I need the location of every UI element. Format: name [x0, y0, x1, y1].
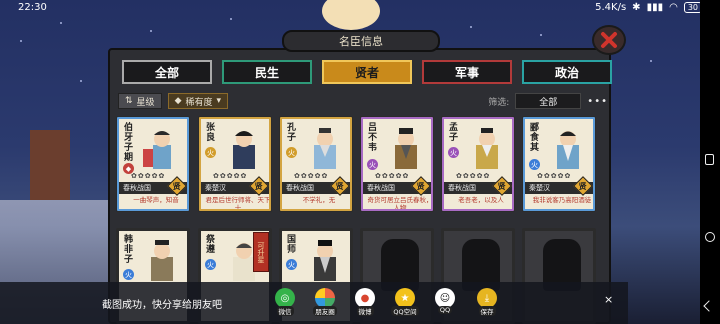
close-button[interactable] [588, 22, 630, 58]
portrait-image [476, 128, 498, 169]
chevron-down-icon: ▾ [216, 96, 222, 106]
tab-livelihood[interactable]: 民生 [222, 60, 312, 84]
sort-by-rarity-button[interactable]: ◆ 稀有度 ▾ [167, 93, 229, 109]
card-name: 郦食其 [530, 123, 540, 153]
card-quote: 奇货可居立吕氏春秋，人物 [367, 196, 433, 212]
star-rating: ✿✿✿✿✿ [131, 172, 166, 180]
element-seal-icon: 火 [529, 159, 540, 170]
minister-card[interactable]: 郦食其 火 ✿✿✿✿✿ 秦楚汉 贤 我非说客乃高阳酒徒 [522, 116, 596, 212]
share-weibo-button[interactable]: ● 微博 [350, 288, 380, 320]
minister-card[interactable]: 伯牙子期 ◆ ✿✿✿✿✿ 春秋战国 贤 一曲琴声，知音 [116, 116, 190, 212]
tab-military[interactable]: 军事 [422, 60, 512, 84]
upgrade-star-banner: 可升星 [253, 232, 269, 272]
qq-icon: ☺ [435, 288, 455, 308]
close-icon [592, 25, 626, 55]
card-name: 孔子 [287, 123, 297, 143]
status-time: 22:30 [18, 1, 47, 13]
share-label: QQ [437, 306, 453, 314]
star-rating: ✿✿✿✿✿ [375, 172, 410, 180]
element-seal-icon: 火 [123, 269, 134, 280]
card-name: 国师 [287, 235, 297, 255]
portrait-image [143, 131, 171, 169]
element-seal-icon: 火 [286, 259, 297, 270]
diamond-icon: ◆ [174, 96, 182, 106]
star-rating: ✿✿✿✿✿ [294, 172, 329, 180]
card-name: 伯牙子期 [124, 123, 134, 163]
element-seal-icon: 火 [205, 259, 216, 270]
portrait-image [314, 240, 336, 281]
tab-politics[interactable]: 政治 [522, 60, 612, 84]
element-seal-icon: 火 [205, 147, 216, 158]
share-label: 微博 [356, 306, 374, 316]
locked-silhouette-head [472, 239, 490, 255]
portrait-image [314, 128, 336, 169]
minister-card[interactable]: 孟子 火 ✿✿✿✿✿ 春秋战国 贤 老吾老，以及人 [441, 116, 515, 212]
star-rating: ✿✿✿✿✿ [537, 172, 572, 180]
sort-by-star-button[interactable]: ⇅ 星级 [118, 93, 162, 109]
toast-message: 截图成功，快分享给朋友吧 [102, 300, 222, 311]
android-nav-bar [700, 0, 720, 324]
filter-select[interactable]: 全部 [515, 93, 582, 109]
portrait-image [395, 128, 417, 169]
moments-icon [315, 288, 335, 308]
filter-bar: ⇅ 星级 ◆ 稀有度 ▾ 筛选: 全部 ••• [118, 92, 608, 110]
element-seal-icon: 火 [286, 147, 297, 158]
share-save-button[interactable]: ⤓ 保存 [472, 288, 502, 320]
card-name: 吕不韦 [368, 123, 378, 153]
more-options-button[interactable]: ••• [587, 96, 608, 107]
bluetooth-icon: ✱ [632, 1, 641, 13]
element-seal-icon: 火 [367, 159, 378, 170]
card-quote: 老吾老，以及人 [458, 196, 504, 204]
network-speed: 5.4K/s [595, 1, 627, 13]
back-icon[interactable] [703, 300, 715, 312]
home-icon[interactable] [705, 232, 715, 242]
wechat-icon: ◎ [275, 288, 295, 308]
share-label: 微信 [276, 306, 294, 316]
card-quote: 我非说客乃高阳酒徒 [532, 196, 592, 204]
building-silhouette [30, 130, 70, 200]
save-icon: ⤓ [477, 288, 497, 308]
qzone-icon: ★ [395, 288, 415, 308]
signal-icon: ▮▮▮ [646, 1, 664, 13]
minister-card[interactable]: 孔子 火 ✿✿✿✿✿ 春秋战国 贤 不学礼，无 [279, 116, 353, 212]
portrait-image [557, 131, 579, 169]
minister-card[interactable]: 张良 火 ✿✿✿✿✿ 秦楚汉 贤 君是后世行师将、天下士 [198, 116, 272, 212]
share-label: 朋友圈 [313, 306, 337, 316]
rarity-label: 稀有度 [185, 97, 213, 108]
locked-silhouette-head [553, 239, 571, 255]
card-name: 孟子 [449, 123, 459, 143]
tab-sages[interactable]: 贤者 [322, 60, 412, 84]
card-name: 张良 [206, 123, 216, 143]
card-quote: 不学礼，无 [302, 196, 336, 204]
wifi-icon: ◠ [669, 1, 678, 13]
weibo-icon: ● [355, 288, 375, 308]
share-wechat-button[interactable]: ◎ 微信 [270, 288, 300, 320]
locked-silhouette-head [391, 239, 409, 255]
filter-label: 筛选: [488, 97, 510, 108]
star-rating: ✿✿✿✿✿ [213, 172, 248, 180]
toast-close-button[interactable]: × [604, 293, 613, 306]
element-seal-icon: 火 [448, 147, 459, 158]
tab-all[interactable]: 全部 [122, 60, 212, 84]
portrait-image [151, 240, 173, 281]
card-name: 祭遵 [206, 235, 216, 255]
share-qq-button[interactable]: ☺ QQ [430, 288, 460, 320]
share-label: 保存 [478, 306, 496, 316]
category-tabs: 全部 民生 贤者 军事 政治 [122, 60, 612, 84]
card-quote: 君是后世行师将、天下士 [205, 196, 271, 212]
sort-icon: ⇅ [125, 96, 133, 106]
status-bar: 22:30 5.4K/s ✱ ▮▮▮ ◠ 30 [0, 0, 720, 14]
share-moments-button[interactable]: 朋友圈 [310, 288, 340, 320]
share-label: QQ空间 [391, 306, 419, 316]
portrait-image [233, 131, 255, 169]
sort-label: 星级 [136, 97, 155, 108]
window-title: 名臣信息 [282, 30, 440, 52]
star-rating: ✿✿✿✿✿ [456, 172, 491, 180]
minister-card[interactable]: 吕不韦 火 ✿✿✿✿✿ 春秋战国 贤 奇货可居立吕氏春秋，人物 [360, 116, 434, 212]
recent-apps-icon[interactable] [705, 154, 714, 165]
card-name: 韩非子 [124, 235, 134, 265]
card-quote: 一曲琴声，知音 [133, 196, 179, 204]
share-qzone-button[interactable]: ★ QQ空间 [390, 288, 420, 320]
